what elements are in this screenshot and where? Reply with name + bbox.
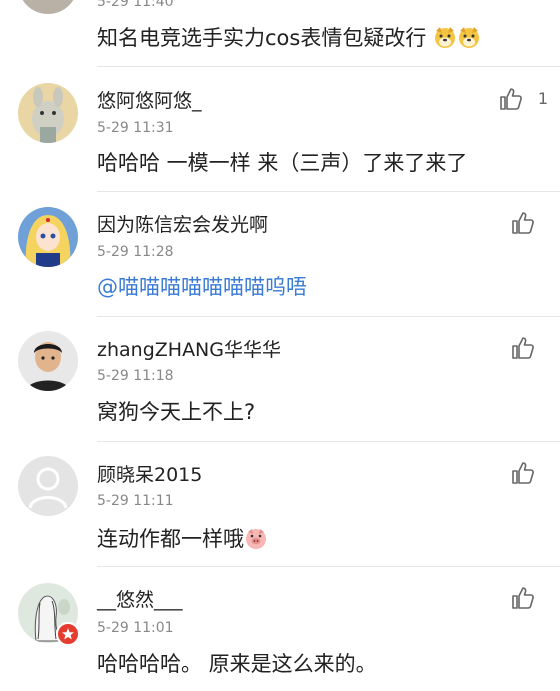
comment-item: zhangZHANG华华华 5-29 11:18 窝狗今天上不上? [0, 317, 560, 441]
comment-time: 5-29 11:40 [97, 0, 174, 10]
thumbs-up-icon[interactable] [510, 210, 536, 236]
commenter-name[interactable]: 顾晓呆2015 [97, 460, 202, 487]
commenter-name[interactable]: zhangZHANG华华华 [97, 335, 281, 362]
avatar[interactable] [18, 83, 78, 143]
thumbs-up-icon[interactable] [510, 585, 536, 611]
dog-face-emoji-icon [457, 25, 481, 49]
commenter-name[interactable]: __悠然___ [97, 585, 183, 612]
commenter-name[interactable]: 悠阿悠阿悠_ [97, 86, 202, 113]
avatar[interactable] [18, 456, 78, 516]
like-count: 1 [537, 89, 548, 108]
avatar[interactable] [18, 207, 78, 267]
avatar[interactable] [18, 0, 78, 14]
dog-face-emoji-icon [433, 25, 457, 49]
comment-time: 5-29 11:01 [97, 620, 174, 636]
comment-item: 因为陈信宏会发光啊 5-29 11:28 @喵喵喵喵喵喵喵呜唔 [0, 192, 560, 316]
thumbs-up-icon[interactable] [498, 86, 524, 112]
comment-text: 窝狗今天上不上? [97, 400, 256, 424]
comment-text: 连动作都一样哦 [97, 523, 268, 553]
thumbs-up-icon[interactable] [510, 460, 536, 486]
mention-link[interactable]: @喵喵喵喵喵喵喵呜唔 [97, 271, 307, 301]
commenter-name[interactable]: 因为陈信宏会发光啊 [97, 210, 268, 237]
comment-text-content: 连动作都一样哦 [97, 527, 244, 551]
comment-time: 5-29 11:18 [97, 368, 174, 384]
comment-time: 5-29 11:31 [97, 120, 174, 136]
thumbs-up-icon[interactable] [510, 335, 536, 361]
comment-text: 哈哈哈哈。 原来是这么来的。 [97, 652, 377, 676]
comment-text: 哈哈哈 一模一样 来（三声）了来了来了 [97, 151, 468, 175]
comment-text: 知名电竞选手实力cos表情包疑改行 [97, 22, 481, 52]
verified-badge-icon [56, 622, 80, 646]
comment-top-partial: 5-29 11:40 知名电竞选手实力cos表情包疑改行 [0, 0, 560, 66]
comment-item: __悠然___ 5-29 11:01 哈哈哈哈。 原来是这么来的。 [0, 567, 560, 691]
comment-time: 5-29 11:28 [97, 244, 174, 260]
pig-face-emoji-icon [244, 526, 268, 550]
avatar[interactable] [18, 331, 78, 391]
comment-item: 悠阿悠阿悠_ 1 5-29 11:31 哈哈哈 一模一样 来（三声）了来了来了 [0, 67, 560, 191]
comment-item: 顾晓呆2015 5-29 11:11 连动作都一样哦 [0, 442, 560, 566]
comment-text-content: 知名电竞选手实力cos表情包疑改行 [97, 26, 427, 50]
comment-time: 5-29 11:11 [97, 493, 174, 509]
